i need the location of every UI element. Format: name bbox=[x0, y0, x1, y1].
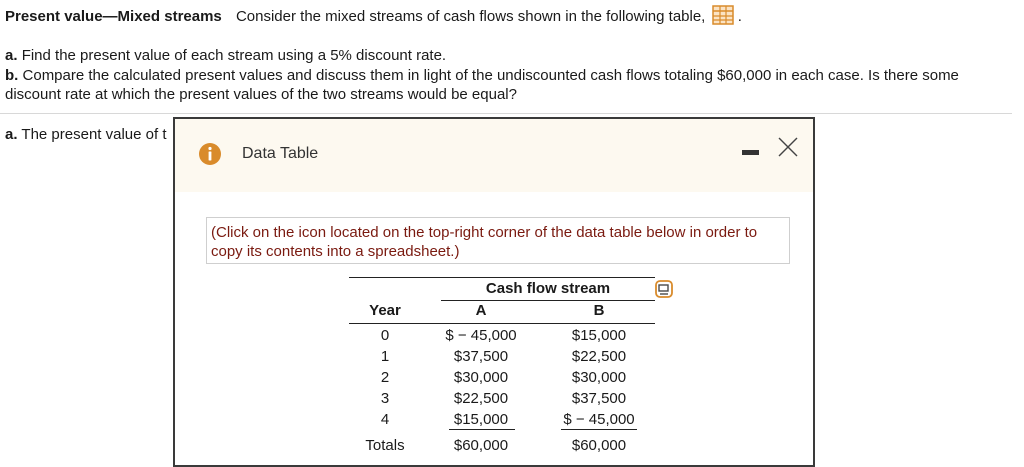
group-header: Cash flow stream bbox=[485, 280, 611, 297]
data-table-icon[interactable] bbox=[711, 5, 734, 31]
row-b-value: $22,500 bbox=[571, 348, 627, 365]
row-b-value: $ − 45,000 bbox=[563, 411, 635, 428]
totals-rule-b bbox=[561, 429, 637, 430]
row-a-value: $15,000 bbox=[453, 411, 509, 428]
col-header-b: B bbox=[593, 302, 605, 319]
problem-intro: Consider the mixed streams of cash flows… bbox=[235, 8, 706, 25]
totals-rule-a bbox=[449, 429, 515, 430]
header-bottom-rule bbox=[349, 323, 655, 324]
close-icon[interactable] bbox=[777, 136, 799, 162]
copy-instructions: (Click on the icon located on the top-ri… bbox=[206, 217, 790, 264]
data-table-dialog: Data Table (Click on the icon located on… bbox=[173, 117, 815, 467]
part-b-question: b. Compare the calculated present values… bbox=[5, 66, 959, 85]
totals-b: $60,000 bbox=[571, 437, 627, 454]
row-year: 2 bbox=[380, 369, 390, 386]
copy-spreadsheet-icon[interactable] bbox=[655, 280, 673, 302]
row-b-value: $15,000 bbox=[571, 327, 627, 344]
dialog-title: Data Table bbox=[242, 145, 319, 162]
part-a-text: Find the present value of each stream us… bbox=[21, 47, 447, 64]
row-b-value: $30,000 bbox=[571, 369, 627, 386]
divider bbox=[0, 113, 1012, 114]
col-header-a: A bbox=[475, 302, 487, 319]
note-line-2: copy its contents into a spreadsheet.) bbox=[211, 243, 460, 260]
answer-a-text: The present value of t bbox=[21, 126, 167, 143]
problem-statement: Present value—Mixed streams Consider the… bbox=[5, 5, 742, 31]
row-year: 0 bbox=[380, 327, 390, 344]
problem-topic: Present value—Mixed streams bbox=[5, 8, 222, 25]
info-icon bbox=[198, 142, 222, 170]
part-b-text-line2: discount rate at which the present value… bbox=[5, 86, 517, 103]
answer-a-label: a. bbox=[5, 126, 18, 143]
part-a-label: a. bbox=[5, 47, 18, 64]
row-a-value: $30,000 bbox=[453, 369, 509, 386]
totals-label: Totals bbox=[365, 437, 405, 454]
row-year: 1 bbox=[380, 348, 390, 365]
part-b-label: b. bbox=[5, 67, 19, 84]
note-line-1: (Click on the icon located on the top-ri… bbox=[211, 224, 758, 241]
row-year: 4 bbox=[380, 411, 390, 428]
row-b-value: $37,500 bbox=[571, 390, 627, 407]
row-a-value: $22,500 bbox=[453, 390, 509, 407]
table-top-rule bbox=[349, 277, 655, 278]
part-b-text-line1: Compare the calculated present values an… bbox=[22, 67, 959, 84]
row-a-value: $37,500 bbox=[453, 348, 509, 365]
group-header-rule bbox=[441, 300, 655, 301]
row-a-value: $ − 45,000 bbox=[445, 327, 517, 344]
problem-intro-end: . bbox=[737, 8, 742, 25]
dialog-header: Data Table bbox=[175, 119, 813, 192]
cash-flow-table: Cash flow stream Year A B 0 $ − 45,000 $… bbox=[349, 277, 673, 467]
answer-a-prompt: a. The present value of t bbox=[5, 125, 167, 144]
totals-a: $60,000 bbox=[453, 437, 509, 454]
col-header-year: Year bbox=[369, 302, 401, 319]
part-a-question: a. Find the present value of each stream… bbox=[5, 46, 446, 65]
row-year: 3 bbox=[380, 390, 390, 407]
minimize-button[interactable] bbox=[742, 150, 759, 155]
